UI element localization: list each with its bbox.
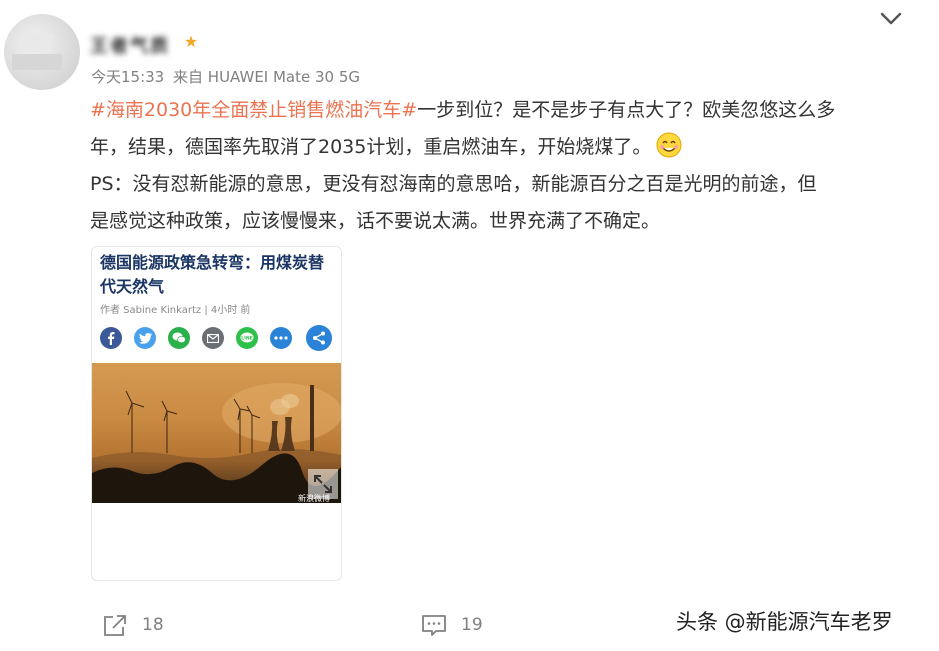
chevron-down-icon[interactable] [878, 8, 904, 30]
twitter-icon[interactable] [134, 327, 156, 349]
card-byline: 作者 Sabine Kinkartz | 4小时 前 [100, 305, 251, 316]
share-icon[interactable] [306, 325, 332, 351]
post-line-2: 年，结果，德国率先取消了2035计划，重启燃油车，开始烧煤了。 [90, 129, 910, 166]
toutiao-watermark: 头条 @新能源汽车老罗 [676, 610, 893, 634]
post-meta: 今天15:33 来自 HUAWEI Mate 30 5G [91, 66, 360, 87]
post-line-1: #海南2030年全面禁止销售燃油汽车#一步到位？是不是步子有点大了？欧美忽悠这么… [90, 92, 910, 129]
post-content: #海南2030年全面禁止销售燃油汽车#一步到位？是不是步子有点大了？欧美忽悠这么… [90, 92, 910, 240]
avatar-blur-block [22, 34, 52, 52]
post-timestamp[interactable]: 今天15:33 [91, 68, 164, 86]
smile-emoji-icon [655, 131, 683, 159]
repost-icon [104, 615, 126, 636]
username[interactable]: 王者气质 [90, 32, 170, 57]
wechat-icon[interactable] [168, 327, 190, 349]
comment-count: 19 [461, 615, 483, 635]
svg-text:LINE: LINE [241, 336, 252, 342]
vip-badge-icon: ★ [183, 32, 199, 51]
line-icon[interactable]: LINE [236, 327, 258, 349]
topic-link[interactable]: #海南2030年全面禁止销售燃油汽车# [90, 99, 417, 121]
coal-plant-landscape [92, 383, 341, 503]
repost-count: 18 [142, 615, 164, 635]
email-icon[interactable] [202, 327, 224, 349]
post-text: 年，结果，德国率先取消了2035计划，重启燃油车，开始烧煤了。 [90, 136, 652, 158]
post-line-4: 是感觉这种政策，应该慢慢来，话不要说太满。世界充满了不确定。 [90, 210, 661, 232]
post-text: 一步到位？是不是步子有点大了？欧美忽悠这么多 [417, 99, 836, 121]
post-source: 来自 HUAWEI Mate 30 5G [173, 68, 361, 86]
avatar[interactable] [4, 14, 80, 90]
expand-icon[interactable] [308, 469, 338, 499]
comment-button[interactable]: 19 [421, 612, 483, 638]
post-line-3: PS：没有怼新能源的意思，更没有怼海南的意思哈，新能源百分之百是光明的前途，但 [90, 173, 817, 195]
card-title[interactable]: 德国能源政策急转弯：用煤炭替代天然气 [100, 251, 334, 299]
facebook-icon[interactable] [100, 327, 122, 349]
comment-icon [422, 615, 446, 636]
avatar-blur-block [12, 54, 62, 70]
article-photo[interactable]: 新浪微博 [92, 363, 341, 503]
repost-button[interactable]: 18 [102, 612, 164, 638]
article-card[interactable]: 德国能源政策急转弯：用煤炭替代天然气 作者 Sabine Kinkartz | … [91, 246, 342, 581]
more-icon[interactable] [270, 327, 292, 349]
